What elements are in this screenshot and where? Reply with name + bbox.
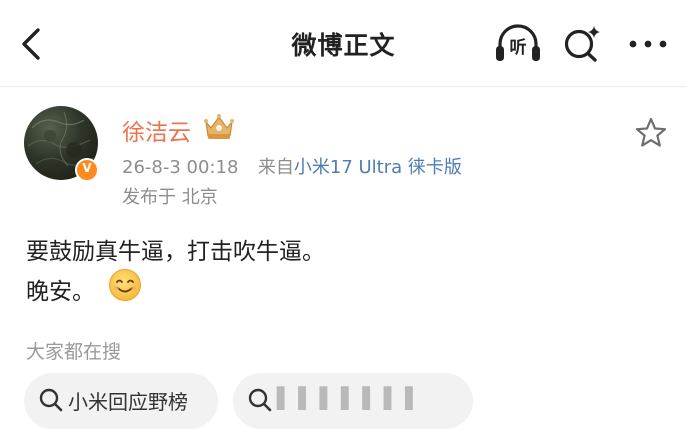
search-sparkle-icon [564,26,600,62]
more-dots-icon [629,40,667,48]
emoji-icon [109,269,141,301]
post-content-line-2: 晚安。 [26,279,95,305]
hot-search-chip[interactable]: 小米回应野榜 [24,373,218,429]
verified-mark: V [82,161,92,175]
post-timestamp: 26-8-3 00:18 [122,157,239,178]
post-location: 发布于 北京 [122,187,218,208]
hot-search-chip-label: ▌▌▌▌▌▌▌ [277,386,427,410]
member-badge[interactable] [202,112,236,142]
source-device-link[interactable]: 小米17 Ultra 徕卡版 [294,157,462,178]
search-icon [248,388,272,412]
listen-label: 听 [509,38,527,58]
verified-badge: V [75,158,99,182]
author-name[interactable]: 徐洁云 [122,113,191,147]
source-prefix: 来自 [257,157,294,178]
more-options-button[interactable] [626,30,670,58]
crown-badge-icon [204,114,234,139]
top-nav-bar: 微博正文 听 [0,0,687,87]
favorite-button[interactable] [634,116,668,150]
hot-search-title: 大家都在搜 [26,341,122,363]
hot-search-chip[interactable]: ▌▌▌▌▌▌▌ [233,373,473,429]
listen-button[interactable]: 听 [494,22,542,66]
star-outline-icon [635,117,667,147]
smiling-face-emoji [108,268,142,302]
post-meta: 26-8-3 00:18 来自小米17 Ultra 徕卡版 [122,153,462,179]
post-content-line-1: 要鼓励真牛逼，打击吹牛逼。 [26,239,325,265]
search-button[interactable] [562,24,602,64]
hot-search-chip-label: 小米回应野榜 [68,390,188,414]
search-icon [39,388,63,412]
